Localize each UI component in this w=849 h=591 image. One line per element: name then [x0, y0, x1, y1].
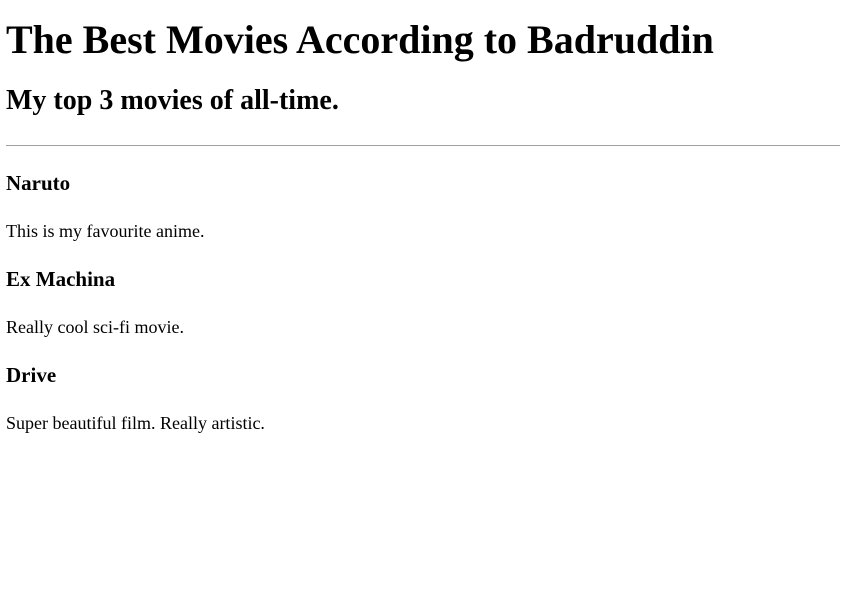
movie-item-ex-machina: Ex Machina Really cool sci-fi movie.: [6, 267, 841, 338]
page: The Best Movies According to Badruddin M…: [0, 0, 849, 591]
movie-title: Drive: [6, 363, 57, 387]
movie-item-drive: Drive Super beautiful film. Really artis…: [6, 363, 841, 434]
movie-description: This is my favourite anime.: [6, 221, 205, 241]
page-title: The Best Movies According to Badruddin: [6, 17, 714, 62]
section-divider: [6, 145, 840, 146]
movie-title: Ex Machina: [6, 267, 116, 291]
page-subtitle: My top 3 movies of all-time.: [6, 85, 339, 116]
movie-description: Super beautiful film. Really artistic.: [6, 413, 265, 433]
movie-description: Really cool sci-fi movie.: [6, 317, 184, 337]
movie-title: Naruto: [6, 171, 71, 195]
movie-item-naruto: Naruto This is my favourite anime.: [6, 171, 841, 242]
